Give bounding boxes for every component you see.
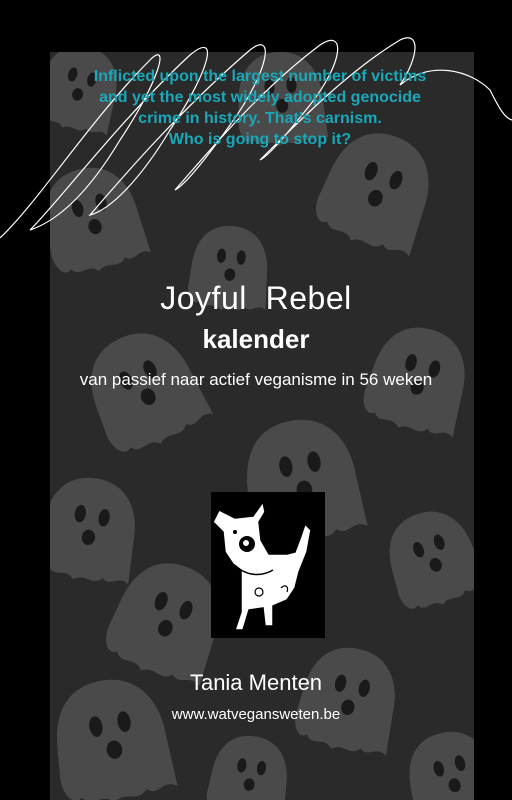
tagline: Inflicted upon the largest number of vic… [40, 66, 480, 150]
website-link[interactable]: www.watvegansweten.be [0, 706, 512, 723]
title-joyful-rebel: Joyful Rebel [160, 280, 352, 316]
author-name: Tania Menten [189, 670, 323, 695]
tagline-line-3: crime in history. That’s carnism. [138, 110, 382, 127]
dog-icon [212, 500, 312, 631]
dog-illustration [211, 492, 325, 638]
subtitle: van passief naar actief veganisme in 56 … [79, 370, 433, 389]
tagline-line-4: Who is going to stop it? [168, 131, 352, 148]
title-kalender: kalender [202, 324, 310, 354]
tagline-line-1: Inflicted upon the largest number of vic… [93, 68, 427, 85]
tagline-line-2: and yet the most widely adopted genocide [99, 89, 421, 106]
